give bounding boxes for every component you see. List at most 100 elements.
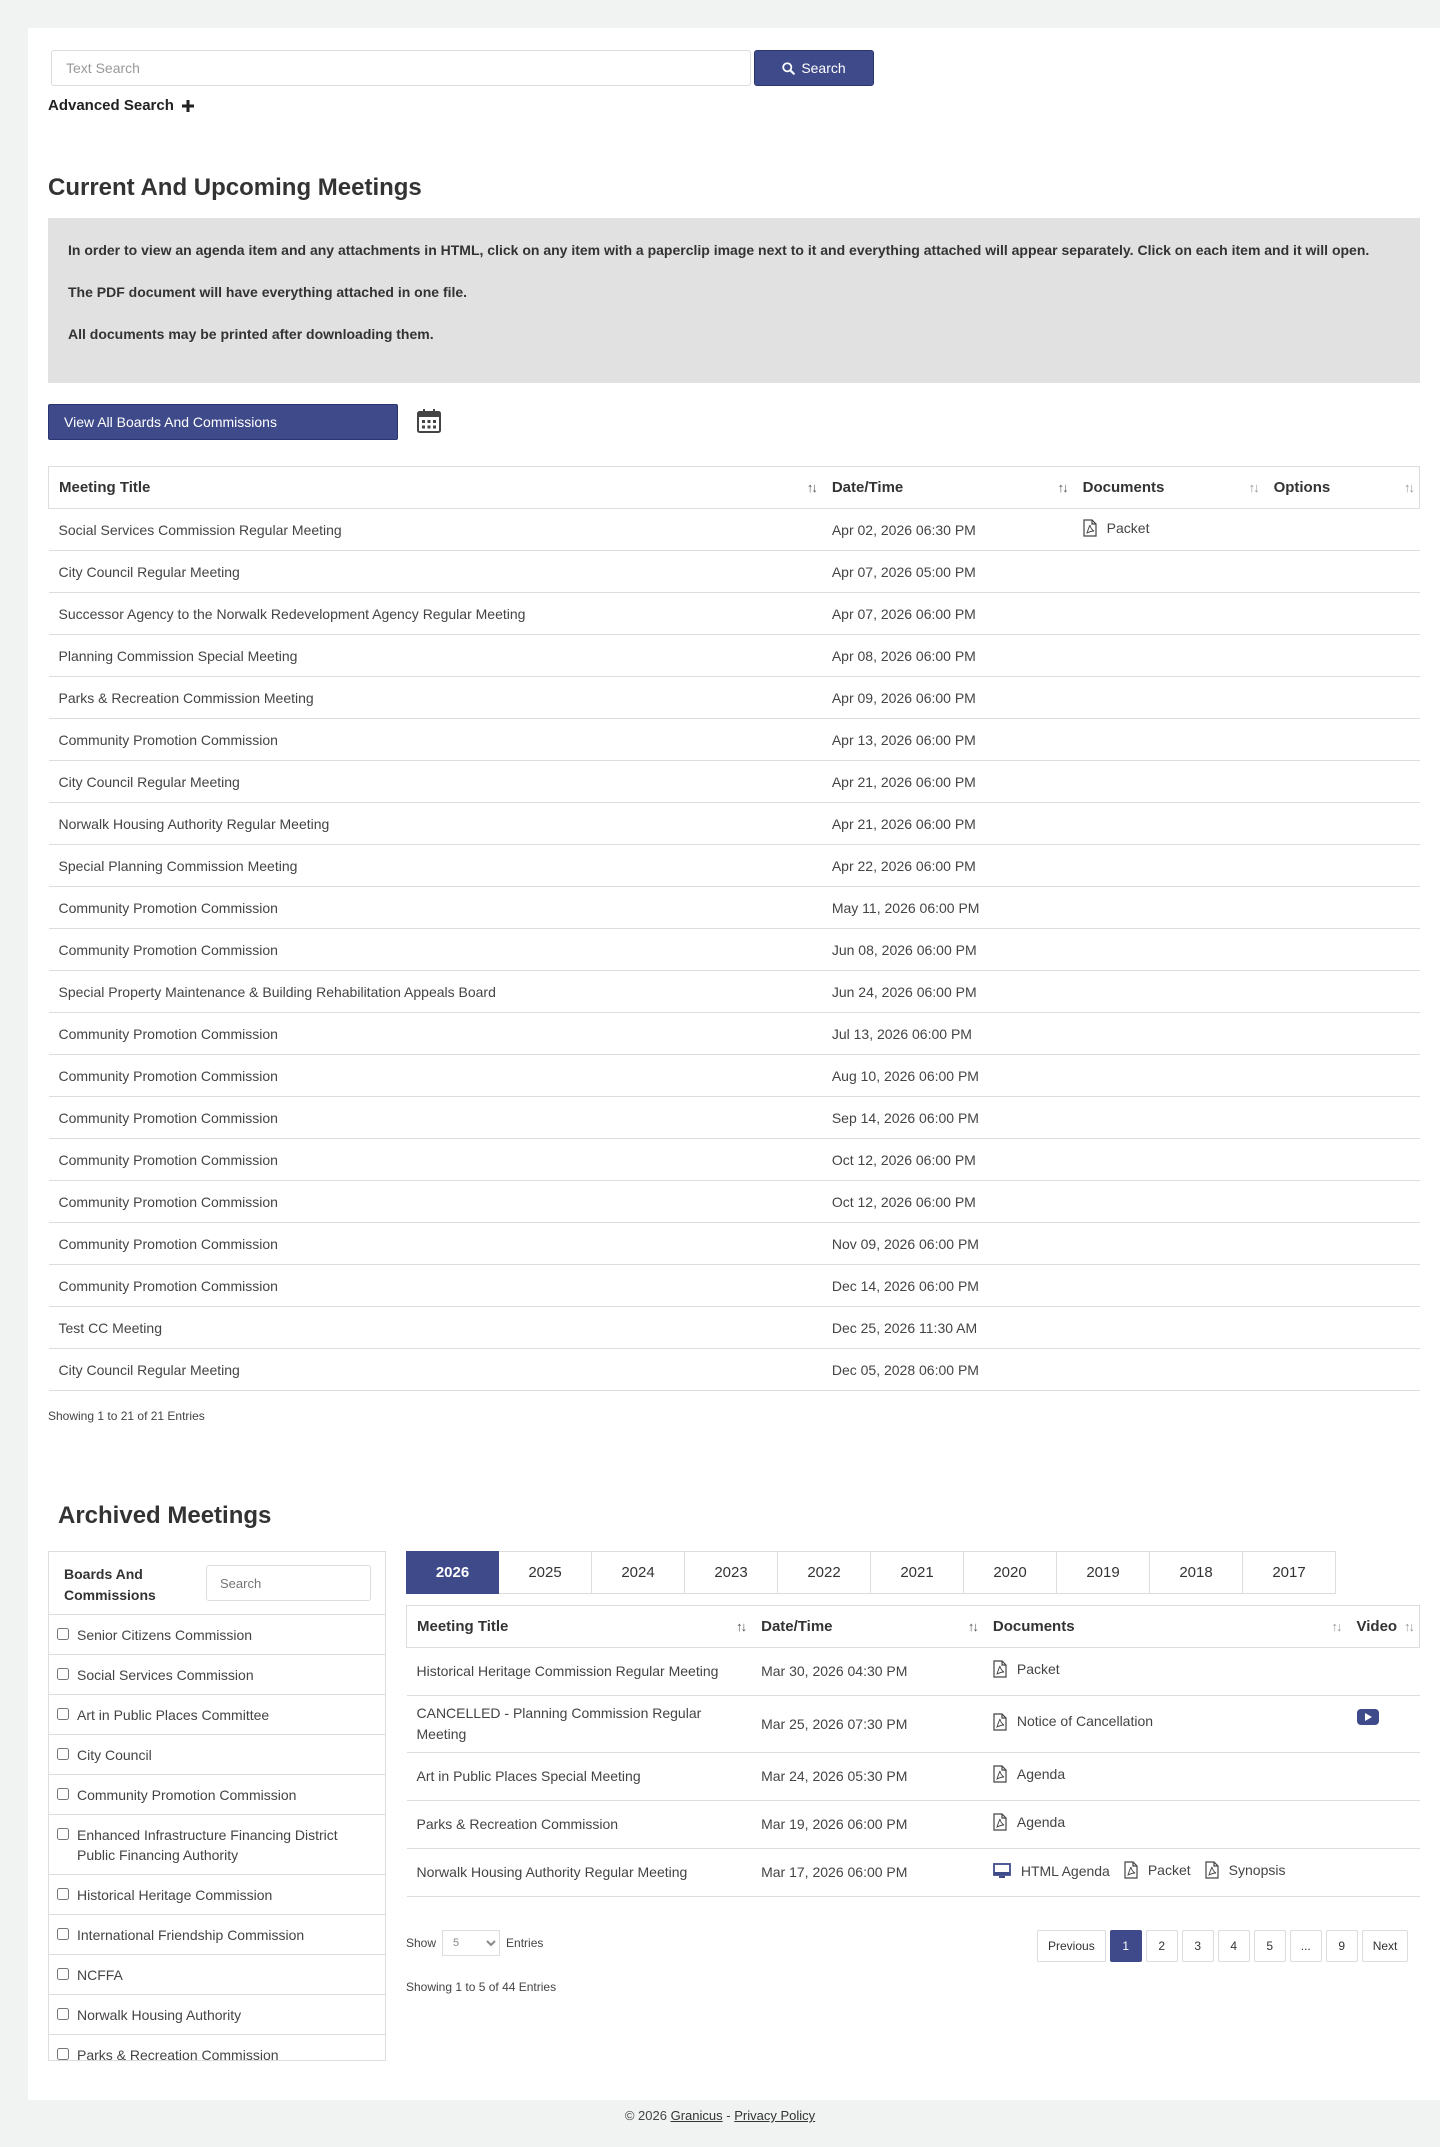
table-row[interactable]: Successor Agency to the Norwalk Redevelo… bbox=[48, 592, 1420, 635]
meeting-title[interactable]: Norwalk Housing Authority Regular Meetin… bbox=[406, 1848, 752, 1897]
meeting-title[interactable]: City Council Regular Meeting bbox=[48, 550, 822, 593]
tab-year-2018[interactable]: 2018 bbox=[1150, 1551, 1243, 1594]
table-row[interactable]: Special Planning Commission Meeting Apr 2… bbox=[48, 844, 1420, 887]
column-header-meeting-title[interactable]: Meeting Title ↑↓ bbox=[406, 1605, 752, 1648]
video-play-icon[interactable] bbox=[1356, 1709, 1379, 1726]
table-row[interactable]: Social Services Commission Regular Meeti… bbox=[48, 508, 1420, 551]
meeting-title[interactable]: Community Promotion Commission bbox=[48, 1264, 822, 1307]
board-filter-item[interactable]: City Council bbox=[49, 1735, 385, 1775]
page-button-4[interactable]: 4 bbox=[1217, 1930, 1250, 1962]
meeting-title[interactable]: Community Promotion Commission bbox=[48, 1180, 822, 1223]
sort-icon[interactable]: ↑↓ bbox=[1404, 480, 1415, 495]
table-row[interactable]: Community Promotion Commission Jun 08, 20… bbox=[48, 928, 1420, 971]
search-button[interactable]: Search bbox=[754, 50, 874, 86]
document-link[interactable]: Synopsis bbox=[1205, 1860, 1285, 1881]
board-checkbox[interactable] bbox=[57, 1788, 69, 1800]
board-checkbox[interactable] bbox=[57, 2008, 69, 2020]
table-row[interactable]: Norwalk Housing Authority Regular Meetin… bbox=[406, 1848, 1420, 1897]
board-filter-item[interactable]: Senior Citizens Commission bbox=[49, 1615, 385, 1655]
table-row[interactable]: Art in Public Places Special Meeting Mar … bbox=[406, 1752, 1420, 1801]
meeting-title[interactable]: Social Services Commission Regular Meeti… bbox=[48, 508, 822, 551]
sort-icon[interactable]: ↑↓ bbox=[968, 1619, 979, 1634]
page-size-select[interactable]: 5 bbox=[442, 1930, 501, 1956]
meeting-title[interactable]: Parks & Recreation Commission Meeting bbox=[48, 676, 822, 719]
meeting-title[interactable]: Art in Public Places Special Meeting bbox=[406, 1752, 752, 1801]
board-filter-item[interactable]: NCFFA bbox=[49, 1955, 385, 1995]
table-row[interactable]: Planning Commission Special Meeting Apr 0… bbox=[48, 634, 1420, 677]
board-checkbox[interactable] bbox=[57, 1668, 69, 1680]
board-filter-item[interactable]: Art in Public Places Committee bbox=[49, 1695, 385, 1735]
meeting-title[interactable]: Test CC Meeting bbox=[48, 1306, 822, 1349]
board-checkbox[interactable] bbox=[57, 1968, 69, 1980]
table-row[interactable]: Community Promotion Commission Oct 12, 20… bbox=[48, 1138, 1420, 1181]
column-header-date-time[interactable]: Date/Time ↑↓ bbox=[821, 466, 1073, 509]
table-row[interactable]: City Council Regular Meeting Dec 05, 2028… bbox=[48, 1348, 1420, 1391]
board-filter-item[interactable]: Norwalk Housing Authority bbox=[49, 1995, 385, 2035]
column-header-date-time[interactable]: Date/Time ↑↓ bbox=[751, 1605, 983, 1648]
tab-year-2023[interactable]: 2023 bbox=[685, 1551, 778, 1594]
table-row[interactable]: CANCELLED - Planning Commission Regular … bbox=[406, 1695, 1420, 1753]
column-header-video[interactable]: Video ↑↓ bbox=[1346, 1605, 1420, 1648]
meeting-title[interactable]: Planning Commission Special Meeting bbox=[48, 634, 822, 677]
tab-year-2017[interactable]: 2017 bbox=[1243, 1551, 1336, 1594]
table-row[interactable]: Special Property Maintenance & Building … bbox=[48, 970, 1420, 1013]
column-header-meeting-title[interactable]: Meeting Title ↑↓ bbox=[47, 466, 822, 509]
advanced-search-toggle[interactable]: Advanced Search bbox=[48, 97, 194, 114]
meeting-title[interactable]: Community Promotion Commission bbox=[48, 1012, 822, 1055]
board-filter-item[interactable]: Parks & Recreation Commission bbox=[49, 2035, 385, 2060]
board-checkbox[interactable] bbox=[57, 1708, 69, 1720]
sort-icon[interactable]: ↑↓ bbox=[1332, 1619, 1343, 1634]
table-row[interactable]: Community Promotion Commission Jul 13, 20… bbox=[48, 1012, 1420, 1055]
table-row[interactable]: Community Promotion Commission Nov 09, 20… bbox=[48, 1222, 1420, 1265]
board-checkbox[interactable] bbox=[57, 1928, 69, 1940]
meeting-title[interactable]: Community Promotion Commission bbox=[48, 1054, 822, 1097]
packet-link[interactable]: Packet bbox=[1083, 519, 1149, 537]
table-row[interactable]: City Council Regular Meeting Apr 21, 2026… bbox=[48, 760, 1420, 803]
meeting-title[interactable]: City Council Regular Meeting bbox=[48, 760, 822, 803]
table-row[interactable]: Community Promotion Commission Dec 14, 20… bbox=[48, 1264, 1420, 1307]
page-button-2[interactable]: 2 bbox=[1145, 1930, 1178, 1962]
page-button-1[interactable]: 1 bbox=[1109, 1930, 1142, 1962]
calendar-icon[interactable] bbox=[416, 408, 442, 434]
column-header-documents[interactable]: Documents ↑↓ bbox=[982, 1605, 1347, 1648]
board-checkbox[interactable] bbox=[57, 1888, 69, 1900]
document-link[interactable]: Packet bbox=[993, 1659, 1060, 1680]
search-input[interactable] bbox=[51, 50, 751, 86]
meeting-title[interactable]: Special Planning Commission Meeting bbox=[48, 844, 822, 887]
sort-icon[interactable]: ↑↓ bbox=[807, 480, 818, 495]
column-header-options[interactable]: Options ↑↓ bbox=[1263, 466, 1420, 509]
meeting-title[interactable]: City Council Regular Meeting bbox=[48, 1348, 822, 1391]
page-button-5[interactable]: 5 bbox=[1253, 1930, 1286, 1962]
boards-search-input[interactable] bbox=[206, 1565, 371, 1601]
page-button-3[interactable]: 3 bbox=[1181, 1930, 1214, 1962]
sort-icon[interactable]: ↑↓ bbox=[1249, 480, 1260, 495]
meeting-title[interactable]: Historical Heritage Commission Regular M… bbox=[406, 1647, 752, 1696]
meeting-title[interactable]: Parks & Recreation Commission bbox=[406, 1800, 752, 1849]
table-row[interactable]: Norwalk Housing Authority Regular Meetin… bbox=[48, 802, 1420, 845]
sort-icon[interactable]: ↑↓ bbox=[1404, 1619, 1415, 1634]
meeting-title[interactable]: Community Promotion Commission bbox=[48, 718, 822, 761]
board-filter-item[interactable]: Community Promotion Commission bbox=[49, 1775, 385, 1815]
document-link[interactable]: HTML Agenda bbox=[992, 1861, 1110, 1882]
granicus-link[interactable]: Granicus bbox=[671, 2108, 723, 2123]
table-row[interactable]: Community Promotion Commission May 11, 20… bbox=[48, 886, 1420, 929]
next-page-button[interactable]: Next bbox=[1361, 1930, 1409, 1962]
tab-year-2024[interactable]: 2024 bbox=[592, 1551, 685, 1594]
tab-year-2026[interactable]: 2026 bbox=[406, 1551, 499, 1594]
meeting-title[interactable]: Community Promotion Commission bbox=[48, 928, 822, 971]
table-row[interactable]: Community Promotion Commission Sep 14, 20… bbox=[48, 1096, 1420, 1139]
table-row[interactable]: Community Promotion Commission Apr 13, 20… bbox=[48, 718, 1420, 761]
board-checkbox[interactable] bbox=[57, 1628, 69, 1640]
meeting-title[interactable]: Successor Agency to the Norwalk Redevelo… bbox=[48, 592, 822, 635]
document-link[interactable]: Packet bbox=[1124, 1860, 1191, 1881]
page-button-9[interactable]: 9 bbox=[1325, 1930, 1358, 1962]
document-link[interactable]: Agenda bbox=[993, 1764, 1065, 1785]
board-filter-item[interactable]: Enhanced Infrastructure Financing Distri… bbox=[49, 1815, 385, 1875]
meeting-title[interactable]: CANCELLED - Planning Commission Regular … bbox=[406, 1695, 752, 1753]
board-filter-item[interactable]: Social Services Commission bbox=[49, 1655, 385, 1695]
tab-year-2019[interactable]: 2019 bbox=[1057, 1551, 1150, 1594]
privacy-policy-link[interactable]: Privacy Policy bbox=[734, 2108, 815, 2123]
meeting-title[interactable]: Norwalk Housing Authority Regular Meetin… bbox=[48, 802, 822, 845]
document-link[interactable]: Notice of Cancellation bbox=[993, 1711, 1153, 1732]
meeting-title[interactable]: Special Property Maintenance & Building … bbox=[48, 970, 822, 1013]
